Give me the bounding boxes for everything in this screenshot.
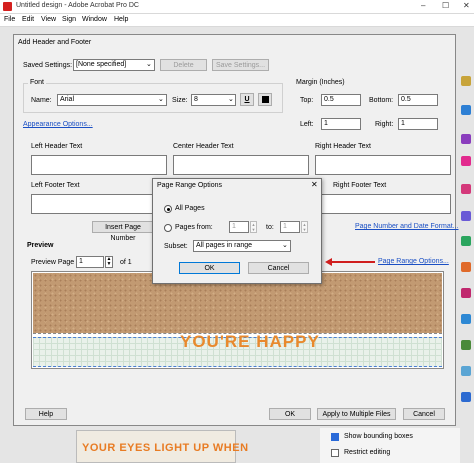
center-header-input[interactable] xyxy=(173,155,309,175)
font-size-label: Size: xyxy=(172,97,188,104)
ok-button[interactable]: OK xyxy=(269,408,311,420)
tool-measure-icon[interactable] xyxy=(461,314,471,324)
margin-left-label: Left: xyxy=(300,121,314,128)
chevron-down-icon: ⌄ xyxy=(158,96,164,103)
chevron-down-icon: ⌄ xyxy=(146,61,152,68)
maximize-icon[interactable]: ☐ xyxy=(442,1,449,10)
tool-certificates-icon[interactable] xyxy=(461,340,471,350)
margin-top-label: Top: xyxy=(300,97,314,104)
menu-sign[interactable]: Sign xyxy=(62,16,76,23)
pages-from-label: Pages from: xyxy=(175,224,213,231)
menu-help[interactable]: Help xyxy=(114,16,128,23)
show-bounding-boxes-checkbox[interactable] xyxy=(331,433,339,441)
tool-more-icon[interactable] xyxy=(461,392,471,402)
saved-settings-label: Saved Settings: xyxy=(23,62,73,69)
font-name-select[interactable]: Arial xyxy=(57,94,167,106)
menu-edit[interactable]: Edit xyxy=(22,16,34,23)
preview-label: Preview xyxy=(27,242,54,249)
cancel-button[interactable]: Cancel xyxy=(403,408,445,420)
subset-label: Subset: xyxy=(164,243,188,250)
left-footer-input[interactable] xyxy=(31,194,167,214)
page-spinner[interactable]: ▲ ▼ xyxy=(105,256,113,268)
from-spinner[interactable]: ▲ ▼ xyxy=(250,221,257,233)
page-range-options-link[interactable]: Page Range Options... xyxy=(378,258,449,265)
acrobat-logo-icon xyxy=(3,2,12,11)
all-pages-radio[interactable] xyxy=(164,205,172,213)
right-footer-label: Right Footer Text xyxy=(333,182,387,189)
preview-page-field[interactable]: 1 xyxy=(76,256,104,268)
all-pages-label: All Pages xyxy=(175,205,205,212)
help-button[interactable]: Help xyxy=(25,408,67,420)
chevron-down-icon: ⌄ xyxy=(228,96,234,103)
underline-button[interactable]: U xyxy=(240,93,254,106)
preview-page-count: of 1 xyxy=(120,259,132,266)
menu-window[interactable]: Window xyxy=(82,16,107,23)
right-header-label: Right Header Text xyxy=(315,143,371,150)
page-range-cancel-button[interactable]: Cancel xyxy=(248,262,309,274)
color-swatch xyxy=(262,96,269,103)
window-title: Untitled design - Adobe Acrobat Pro DC xyxy=(16,2,139,9)
restrict-editing-label: Restrict editing xyxy=(344,449,391,456)
preview-page-label: Preview Page xyxy=(31,259,75,266)
appearance-options-link[interactable]: Appearance Options... xyxy=(23,121,93,128)
tool-scan-icon[interactable] xyxy=(461,236,471,246)
restrict-editing-checkbox[interactable] xyxy=(331,449,339,457)
margin-right-field[interactable]: 1 xyxy=(398,118,438,130)
menu-view[interactable]: View xyxy=(41,16,56,23)
page-number-date-format-link[interactable]: Page Number and Date Format... xyxy=(355,223,459,230)
font-group-label: Font xyxy=(28,79,47,86)
right-header-input[interactable] xyxy=(315,155,451,175)
annotation-arrow-icon xyxy=(325,258,332,266)
chevron-down-icon: ⌄ xyxy=(282,242,288,249)
to-label: to: xyxy=(266,224,274,231)
margin-bottom-field[interactable]: 0.5 xyxy=(398,94,438,106)
tool-edit-icon[interactable] xyxy=(461,156,471,166)
apply-multiple-files-button[interactable]: Apply to Multiple Files xyxy=(317,408,396,420)
save-settings-button[interactable]: Save Settings... xyxy=(212,59,269,71)
left-header-input[interactable] xyxy=(31,155,167,175)
margin-left-field[interactable]: 1 xyxy=(321,118,361,130)
right-footer-input[interactable] xyxy=(315,194,451,214)
tool-comment-icon[interactable] xyxy=(461,76,471,86)
to-spinner[interactable]: ▲ ▼ xyxy=(301,221,308,233)
subset-select[interactable]: All pages in range xyxy=(193,240,291,252)
page-range-title: Page Range Options xyxy=(157,182,222,189)
minimize-icon[interactable]: – xyxy=(421,1,425,10)
tool-combine-icon[interactable] xyxy=(461,105,471,115)
margin-top-field[interactable]: 0.5 xyxy=(321,94,361,106)
margin-bottom-label: Bottom: xyxy=(369,97,394,104)
left-header-label: Left Header Text xyxy=(31,143,83,150)
center-header-label: Center Header Text xyxy=(173,143,234,150)
font-color-button[interactable] xyxy=(258,93,272,106)
saved-settings-select[interactable]: [None specified] xyxy=(73,59,155,71)
page-range-ok-button[interactable]: OK xyxy=(179,262,240,274)
tool-redact-icon[interactable] xyxy=(461,366,471,376)
left-footer-label: Left Footer Text xyxy=(31,182,80,189)
margin-group-label: Margin (Inches) xyxy=(296,79,345,86)
page-text: YOUR EYES LIGHT UP WHEN xyxy=(82,442,249,454)
close-icon[interactable]: ✕ xyxy=(463,1,470,10)
dialog-title: Add Header and Footer xyxy=(18,39,92,46)
pages-from-radio[interactable] xyxy=(164,224,172,232)
tool-protect-icon[interactable] xyxy=(461,211,471,221)
pages-from-field[interactable]: 1 xyxy=(229,221,249,233)
annotation-arrow-line xyxy=(331,261,375,263)
menu-file[interactable]: File xyxy=(4,16,15,23)
pages-to-field[interactable]: 1 xyxy=(280,221,300,233)
tool-stamp-icon[interactable] xyxy=(461,262,471,272)
show-bounding-boxes-label: Show bounding boxes xyxy=(344,433,413,440)
margin-right-label: Right: xyxy=(375,121,394,128)
tool-sign-icon[interactable] xyxy=(461,288,471,298)
delete-settings-button[interactable]: Delete xyxy=(160,59,207,71)
insert-page-number-button[interactable]: Insert Page Number xyxy=(92,221,154,242)
tool-organize-icon[interactable] xyxy=(461,134,471,144)
close-icon[interactable]: ✕ xyxy=(311,180,318,189)
tool-export-icon[interactable] xyxy=(461,184,471,194)
preview-text: YOU'RE HAPPY xyxy=(180,332,320,351)
font-name-label: Name: xyxy=(31,97,52,104)
